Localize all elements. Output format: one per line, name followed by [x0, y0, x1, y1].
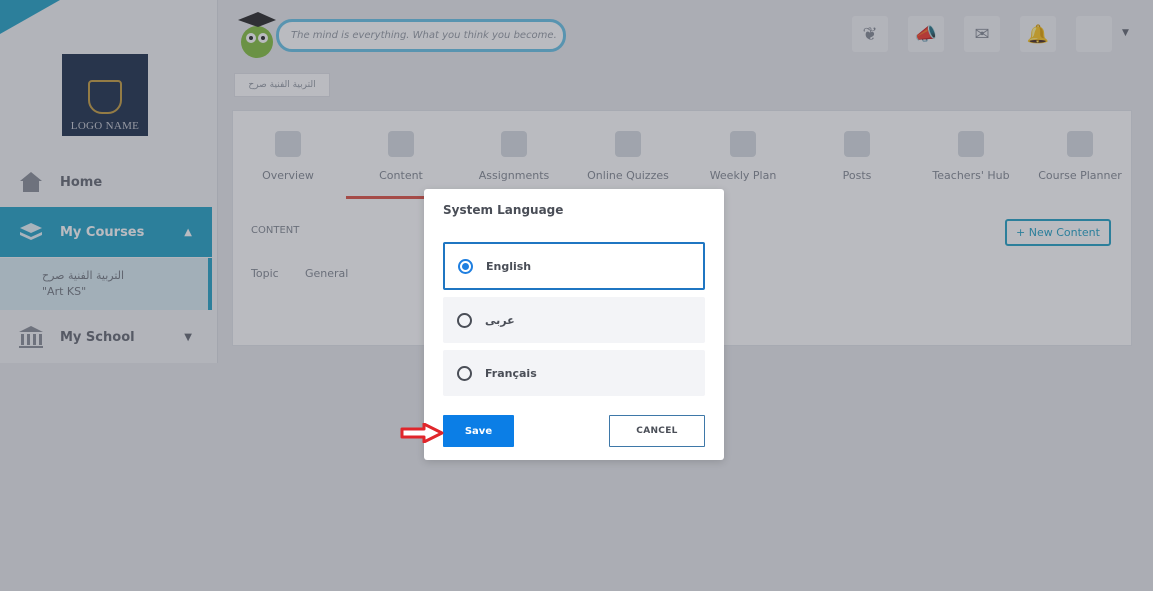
radio-icon[interactable]: [457, 312, 472, 328]
save-button[interactable]: Save: [443, 415, 514, 447]
cancel-button[interactable]: CANCEL: [609, 415, 705, 447]
system-language-dialog: System Language English عربى Français Sa…: [424, 189, 724, 460]
language-option-french[interactable]: Français: [443, 350, 705, 396]
radio-selected-icon[interactable]: [458, 258, 473, 274]
radio-icon[interactable]: [457, 365, 472, 381]
language-label: English: [486, 259, 532, 273]
language-option-english[interactable]: English: [443, 242, 705, 290]
dialog-title: System Language: [443, 203, 564, 217]
language-option-arabic[interactable]: عربى: [443, 297, 705, 343]
language-label: Français: [485, 366, 537, 380]
arrow-right-icon: [400, 422, 444, 444]
language-label: عربى: [485, 313, 515, 327]
